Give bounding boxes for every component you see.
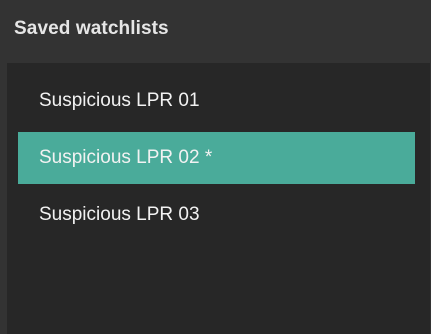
watchlist-item-label: Suspicious LPR 02 *: [39, 147, 213, 168]
watchlist-item-suspicious-lpr-01[interactable]: Suspicious LPR 01: [18, 75, 415, 127]
saved-watchlists-panel: Saved watchlists Suspicious LPR 01 Suspi…: [0, 0, 431, 334]
watchlist-item-label: Suspicious LPR 03: [39, 204, 200, 225]
panel-title: Saved watchlists: [14, 18, 169, 39]
watchlist-item-label: Suspicious LPR 01: [39, 90, 200, 111]
watchlist-item-suspicious-lpr-03[interactable]: Suspicious LPR 03: [18, 189, 415, 241]
watchlist-list[interactable]: Suspicious LPR 01 Suspicious LPR 02 * Su…: [7, 63, 430, 334]
watchlist-item-suspicious-lpr-02[interactable]: Suspicious LPR 02 *: [18, 132, 415, 184]
